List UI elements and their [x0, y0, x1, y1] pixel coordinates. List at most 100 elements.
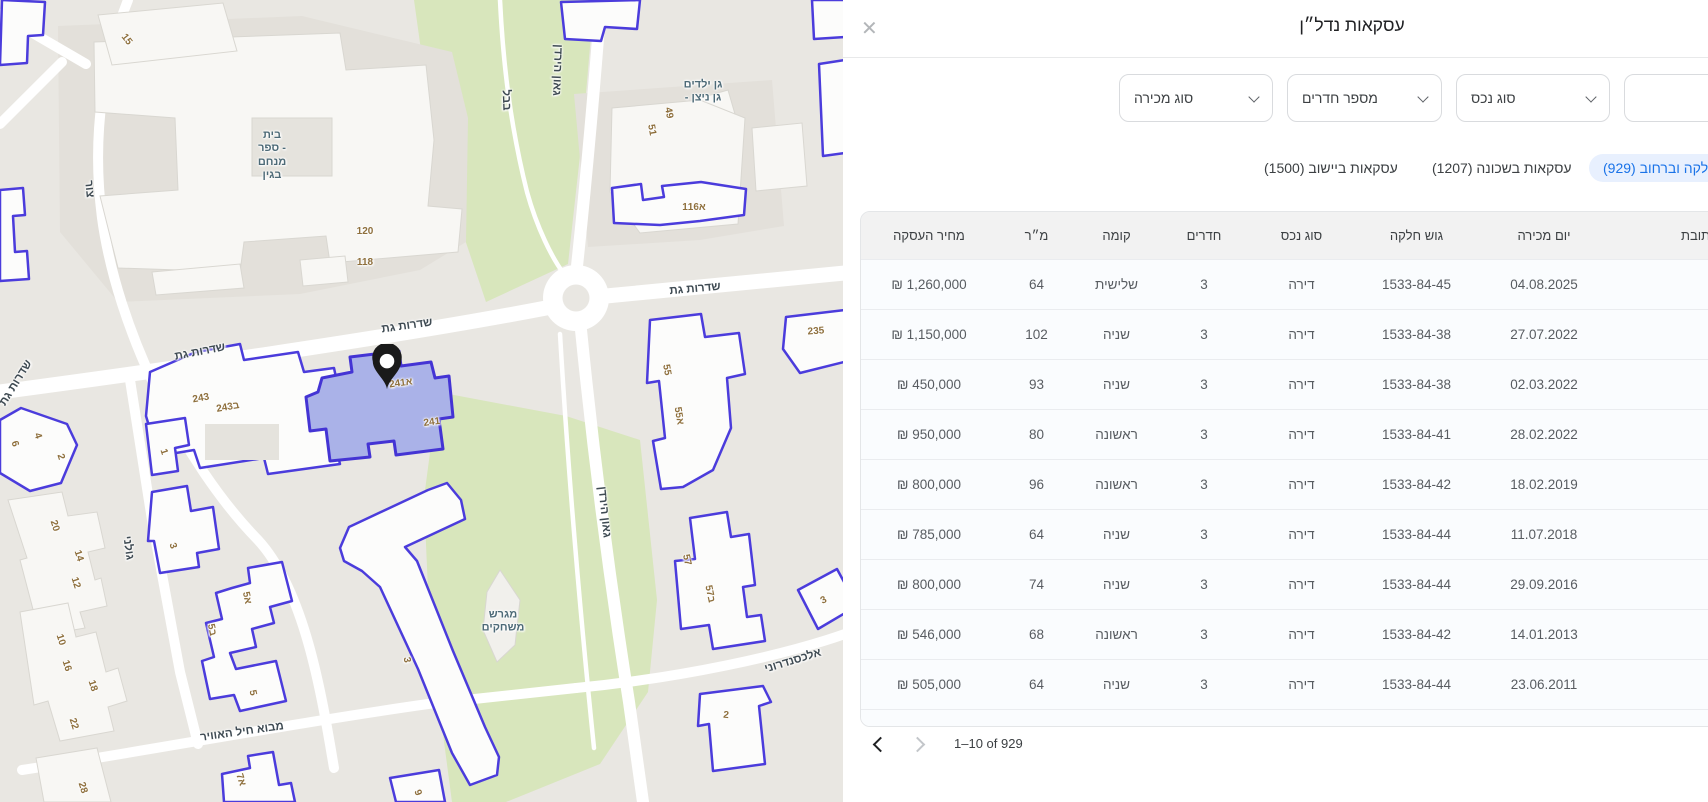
- page-title: עסקאות נדל״ן: [1299, 15, 1405, 35]
- header-divider: [843, 57, 1708, 58]
- roundabout: [543, 265, 609, 331]
- cell-rooms: 3: [1159, 259, 1249, 310]
- map-pin[interactable]: [368, 344, 406, 390]
- cell-sqm: 64: [999, 259, 1074, 310]
- cell-gush: 1533-84-41: [1354, 409, 1479, 460]
- column-header-type: סוג נכס: [1249, 212, 1354, 260]
- close-icon[interactable]: ✕: [861, 16, 878, 41]
- cell-sqm: 74: [999, 559, 1074, 610]
- next-page-button[interactable]: [909, 736, 926, 753]
- cell-sqm: 96: [999, 459, 1074, 510]
- cell-rooms: 3: [1159, 659, 1249, 710]
- cell-date: 27.07.2022: [1479, 309, 1609, 360]
- cell-sqm: 64: [999, 509, 1074, 560]
- filter-label: סוג מכירה: [1134, 90, 1194, 106]
- filter-label: סוג נכס: [1471, 90, 1516, 106]
- table-row: 27.07.2022 1533-84-38 דירה 3 שניה 102 ₪ 1,150,…: [861, 309, 1708, 360]
- cell-floor: שלישית: [1074, 259, 1159, 310]
- cell-gush: 1533-84-44: [1354, 559, 1479, 610]
- building-116a: [610, 180, 748, 227]
- filter-sale-type[interactable]: סוג מכירה: [1119, 74, 1273, 122]
- column-header-price: מחיר העסקה: [861, 212, 999, 260]
- cell-date: 02.03.2022: [1479, 359, 1609, 410]
- cell-type: דירה: [1249, 709, 1354, 726]
- cell-type: דירה: [1249, 309, 1354, 360]
- building-plain: [751, 122, 808, 192]
- cell-sqm: 68: [999, 609, 1074, 660]
- cell-floor: ראשונה: [1074, 409, 1159, 460]
- cell-gush: 1533-84-42: [1354, 459, 1479, 510]
- cell-floor: שניה: [1074, 509, 1159, 560]
- cell-address: [1609, 609, 1708, 660]
- table-row: 28.02.2022 1533-84-41 דירה 3 ראשונה 80 ₪ 950,0…: [861, 409, 1708, 460]
- cell-date: 18.02.2019: [1479, 459, 1609, 510]
- table-row: 18.02.2019 1533-84-42 דירה 3 ראשונה 96 ₪ 800,0…: [861, 459, 1708, 510]
- pagination-range: 1–10 of 929: [954, 736, 1023, 751]
- cell-floor: ראשונה: [1074, 459, 1159, 510]
- cell-address: [1609, 459, 1708, 510]
- cell-rooms: 3: [1159, 459, 1249, 510]
- filter-label: מספר חדרים: [1302, 90, 1378, 106]
- cell-date: 28.02.2022: [1479, 409, 1609, 460]
- filter-extra[interactable]: [1624, 74, 1708, 122]
- cell-rooms: 3: [1159, 559, 1249, 610]
- school-courtyard: [251, 117, 333, 177]
- prev-page-button[interactable]: [872, 736, 889, 753]
- building-235: [781, 308, 845, 375]
- transactions-table-card: כתובתיום מכירהגוש חלקהסוג נכסחדריםקומהמ״…: [860, 211, 1708, 727]
- cell-rooms: 3: [1159, 509, 1249, 560]
- cell-type: דירה: [1249, 459, 1354, 510]
- cell-sqm: 64: [999, 659, 1074, 710]
- column-header-gush: גוש חלקה: [1354, 212, 1479, 260]
- cell-price: ₪ 785,000: [861, 509, 999, 560]
- cell-address: [1609, 309, 1708, 360]
- cell-type: דירה: [1249, 359, 1354, 410]
- column-header-rooms: חדרים: [1159, 212, 1249, 260]
- filter-rooms[interactable]: מספר חדרים: [1287, 74, 1442, 122]
- cell-floor: ראשונה: [1074, 609, 1159, 660]
- cell-price: ₪ 1,260,000: [861, 259, 999, 310]
- cell-sqm: 68: [999, 709, 1074, 726]
- cell-type: דירה: [1249, 559, 1354, 610]
- transactions-panel: ✕ עסקאות נדל״ן סוג מכירה מספר חדרים סוג …: [843, 0, 1708, 802]
- cell-date: 04.08.2025: [1479, 259, 1609, 310]
- cell-gush: 1533-84-38: [1354, 309, 1479, 360]
- chevron-down-icon: [1417, 90, 1429, 103]
- chevron-down-icon: [1248, 90, 1260, 103]
- cell-rooms: 3: [1159, 359, 1249, 410]
- cell-gush: 1533-84-45: [1354, 259, 1479, 310]
- cell-rooms: 3: [1159, 609, 1249, 660]
- map-canvas: [0, 0, 845, 802]
- table-row: 23.06.2011 1533-84-44 דירה 3 שניה 64 ₪ 505,000: [861, 659, 1708, 710]
- column-header-address: כתובת: [1609, 212, 1708, 260]
- column-header-date: יום מכירה: [1479, 212, 1609, 260]
- column-header-floor: קומה: [1074, 212, 1159, 260]
- filter-property-type[interactable]: סוג נכס: [1456, 74, 1610, 122]
- cell-price: ₪ 318,000: [861, 709, 999, 726]
- cell-gush: 1533-84-44: [1354, 509, 1479, 560]
- pagination: 1–10 of 929: [843, 730, 1243, 760]
- tab-parcel-street[interactable]: חלקה וברחוב (929): [1589, 154, 1708, 182]
- building-plain: [299, 255, 349, 287]
- cell-type: דירה: [1249, 509, 1354, 560]
- cell-address: [1609, 259, 1708, 310]
- map[interactable]: שדרות גת שדרות גת שדרות גת שדרות גת גאון היר…: [0, 0, 845, 802]
- cell-gush: 1533-84-44: [1354, 659, 1479, 710]
- cell-type: דירה: [1249, 609, 1354, 660]
- tab-city[interactable]: עסקאות ביישוב (1500): [1264, 160, 1398, 176]
- table-row: 10.11.20081533-84-45דירה3שלישית68₪ 318,0…: [861, 709, 1708, 726]
- cell-type: דירה: [1249, 409, 1354, 460]
- cell-rooms: 3: [1159, 309, 1249, 360]
- cell-address: [1609, 359, 1708, 410]
- cell-floor: שניה: [1074, 659, 1159, 710]
- building-243-inner: [205, 424, 279, 460]
- cell-floor: שניה: [1074, 309, 1159, 360]
- cell-gush: 1533-84-38: [1354, 359, 1479, 410]
- cell-address: [1609, 709, 1708, 726]
- tab-neighborhood[interactable]: עסקאות בשכונה (1207): [1432, 160, 1572, 176]
- cell-rooms: 3: [1159, 709, 1249, 726]
- cell-price: ₪ 1,150,000: [861, 309, 999, 360]
- cell-sqm: 80: [999, 409, 1074, 460]
- cell-price: ₪ 800,000: [861, 559, 999, 610]
- cell-gush: 1533-84-42: [1354, 609, 1479, 660]
